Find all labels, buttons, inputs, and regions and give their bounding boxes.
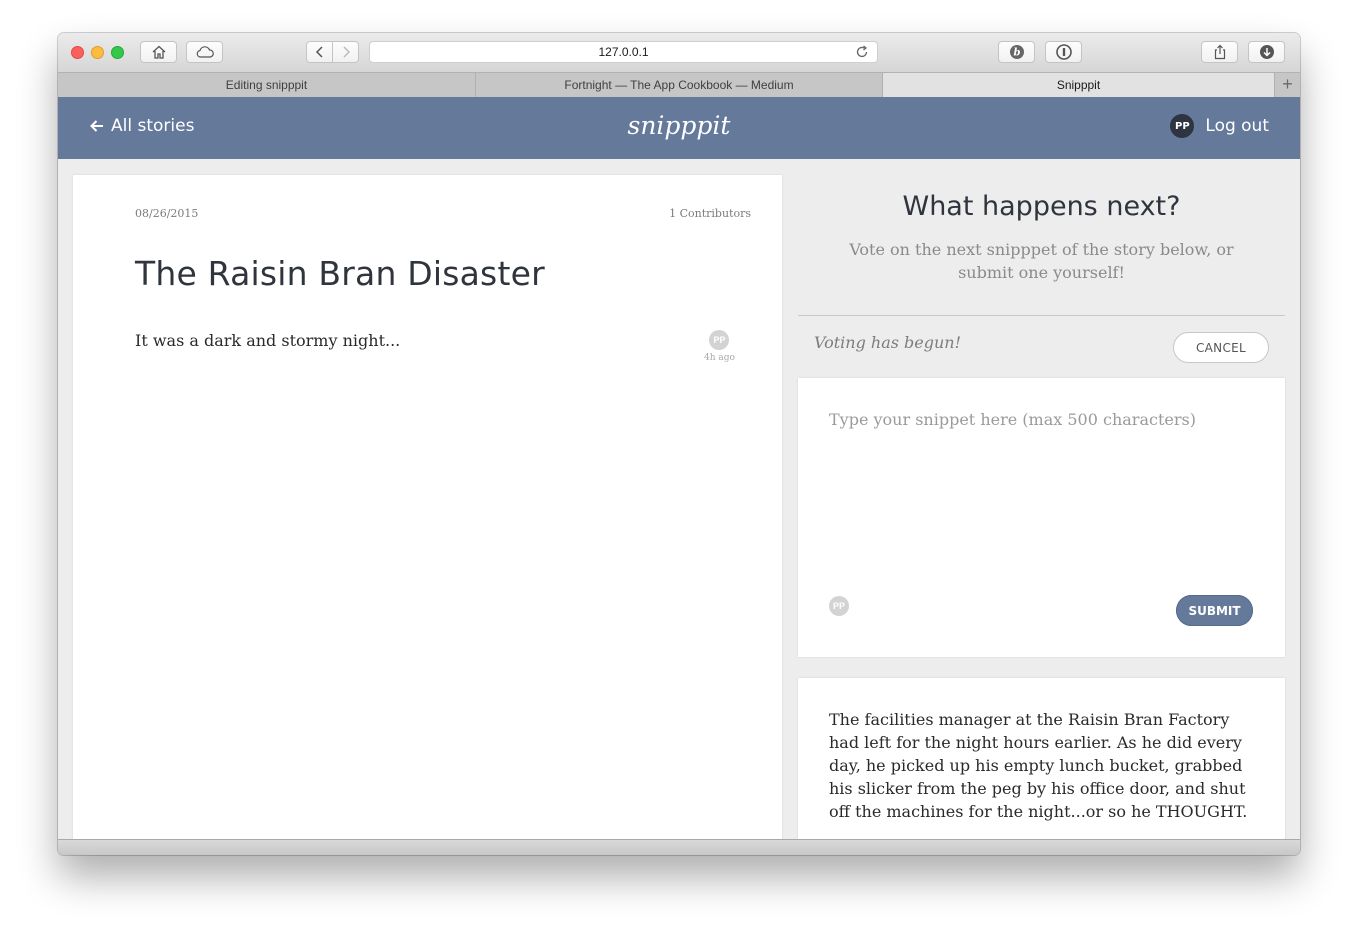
- tab-fortnight-medium[interactable]: Fortnight — The App Cookbook — Medium: [476, 73, 883, 97]
- password-manager-button[interactable]: [1045, 41, 1082, 63]
- tab-label: Fortnight — The App Cookbook — Medium: [564, 78, 794, 92]
- tab-editing-snipppit[interactable]: Editing snipppit: [58, 73, 476, 97]
- share-icon: [1214, 44, 1225, 60]
- compose-author-avatar: PP: [829, 596, 849, 616]
- voting-status: Voting has begun!: [814, 333, 962, 352]
- story-card: 08/26/2015 1 Contributors The Raisin Bra…: [73, 175, 782, 839]
- compose-card: PP SUBMIT: [798, 378, 1285, 657]
- forward-button[interactable]: [332, 41, 359, 63]
- icloud-tabs-button[interactable]: [186, 41, 223, 63]
- divider: [798, 315, 1285, 316]
- snippet-author-avatar: PP: [709, 330, 730, 350]
- downloads-button[interactable]: [1248, 41, 1285, 63]
- chevron-left-icon: [315, 46, 323, 58]
- close-window-button[interactable]: [71, 46, 84, 59]
- plus-icon: +: [1282, 74, 1293, 94]
- download-icon: [1259, 45, 1274, 59]
- tab-label: Editing snipppit: [225, 78, 308, 92]
- browser-window: 127.0.0.1 b Editing snipppit Fortnight —…: [58, 33, 1300, 855]
- address-bar[interactable]: 127.0.0.1: [369, 41, 878, 63]
- user-avatar[interactable]: PP: [1170, 114, 1195, 138]
- app-header: All stories snipppit PP Log out: [58, 97, 1300, 159]
- share-button[interactable]: [1201, 41, 1238, 63]
- page-viewport: All stories snipppit PP Log out 08/26/20…: [58, 97, 1300, 839]
- 1password-icon: [1055, 44, 1072, 60]
- new-tab-button[interactable]: +: [1275, 73, 1300, 97]
- snippet-timestamp: 4h ago: [704, 353, 735, 363]
- url-text: 127.0.0.1: [598, 45, 649, 59]
- story-date: 08/26/2015: [135, 207, 199, 220]
- snippet-meta: PP 4h ago: [704, 330, 735, 363]
- cloud-icon: [196, 46, 214, 58]
- candidate-snippet-card[interactable]: The facilities manager at the Raisin Bra…: [798, 678, 1285, 839]
- reload-icon[interactable]: [855, 45, 869, 59]
- minimize-window-button[interactable]: [91, 46, 104, 59]
- home-icon: [152, 45, 165, 59]
- tab-bar: Editing snipppit Fortnight — The App Coo…: [58, 72, 1300, 97]
- candidate-snippet-text: The facilities manager at the Raisin Bra…: [829, 710, 1248, 821]
- logout-link[interactable]: Log out: [1205, 116, 1269, 136]
- home-button[interactable]: [140, 41, 177, 63]
- window-bottom-bar: [58, 839, 1300, 855]
- what-happens-next-heading: What happens next?: [902, 191, 1181, 222]
- submit-button[interactable]: SUBMIT: [1176, 595, 1253, 626]
- tab-snipppit[interactable]: Snipppit: [883, 73, 1275, 97]
- chevron-right-icon: [342, 46, 350, 58]
- snippet-text: It was a dark and stormy night...: [135, 331, 401, 350]
- back-button[interactable]: [306, 41, 333, 63]
- tab-label: Snipppit: [1056, 78, 1101, 92]
- brand-logo[interactable]: snipppit: [58, 111, 1300, 140]
- browser-toolbar: 127.0.0.1 b: [58, 33, 1300, 72]
- snippet-input[interactable]: [829, 410, 1249, 560]
- b-extension-icon: b: [1009, 45, 1024, 59]
- extension-b-button[interactable]: b: [998, 41, 1035, 63]
- cancel-button[interactable]: CANCEL: [1173, 332, 1269, 363]
- svg-text:b: b: [1013, 48, 1020, 59]
- zoom-window-button[interactable]: [111, 46, 124, 59]
- contributors-count[interactable]: 1 Contributors: [669, 207, 751, 220]
- user-area: PP Log out: [1170, 114, 1269, 138]
- what-happens-next-subtitle: Vote on the next snipppet of the story b…: [849, 240, 1234, 282]
- story-title: The Raisin Bran Disaster: [135, 254, 545, 293]
